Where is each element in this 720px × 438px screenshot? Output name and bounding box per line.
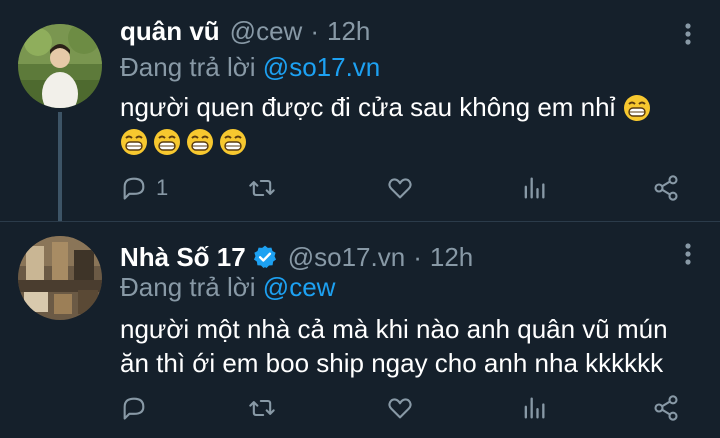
- retweet-icon: [249, 179, 275, 197]
- more-options-icon[interactable]: [684, 242, 692, 266]
- tweet-nha-so-17[interactable]: Nhà Số 17 @so17.vn · 12h Đang trả lời @c…: [0, 222, 720, 438]
- avatar[interactable]: [18, 236, 102, 320]
- timestamp[interactable]: 12h: [430, 242, 473, 273]
- grinning-face-emoji-icon: [220, 129, 246, 155]
- like-button[interactable]: [386, 394, 414, 422]
- reply-button[interactable]: 1: [120, 174, 168, 202]
- analytics-icon: [524, 177, 545, 199]
- replying-to: Đang trả lời @cew: [120, 272, 335, 303]
- heart-icon: [388, 398, 412, 419]
- timestamp[interactable]: 12h: [327, 16, 370, 47]
- reply-count: 1: [156, 175, 169, 200]
- author-name[interactable]: Nhà Số 17: [120, 242, 246, 273]
- reply-icon: [123, 397, 145, 420]
- tweet-quan-vu[interactable]: quân vũ @cew · 12h Đang trả lời @so17.vn…: [0, 0, 720, 222]
- thread-line: [58, 112, 62, 222]
- tweet-header: quân vũ @cew · 12h: [120, 16, 370, 47]
- share-icon: [654, 175, 678, 201]
- tweet-body-line-1: người một nhà cả mà khi nào anh quân vũ …: [120, 314, 668, 344]
- separator-dot: ·: [413, 242, 422, 272]
- separator-dot: ·: [310, 16, 319, 46]
- tweet-header: Nhà Số 17 @so17.vn · 12h: [120, 240, 473, 273]
- verified-badge-icon: [253, 245, 276, 269]
- analytics-button[interactable]: [520, 174, 548, 202]
- retweet-button[interactable]: [248, 394, 276, 422]
- share-button[interactable]: [652, 174, 680, 202]
- author-handle[interactable]: @so17.vn: [288, 242, 405, 273]
- replying-to-label: Đang trả lời: [120, 52, 256, 82]
- analytics-icon: [524, 397, 545, 419]
- replying-to-mention[interactable]: @so17.vn: [263, 52, 380, 82]
- tweet-actions: [120, 394, 690, 430]
- tweet-text: người quen được đi cửa sau không em nhỉ: [120, 90, 710, 158]
- tweet-text: người một nhà cả mà khi nào anh quân vũ …: [120, 312, 710, 380]
- retweet-button[interactable]: [248, 174, 276, 202]
- reply-button[interactable]: [120, 394, 156, 422]
- author-name[interactable]: quân vũ: [120, 16, 220, 47]
- grinning-face-emoji-icon: [154, 129, 180, 155]
- tweet-actions: 1: [120, 174, 690, 210]
- tweet-body-line-2: ăn thì ới em boo ship ngay cho anh nha k…: [120, 348, 664, 378]
- reply-icon: [123, 177, 145, 200]
- avatar[interactable]: [18, 24, 102, 108]
- tweet-body: người quen được đi cửa sau không em nhỉ: [120, 92, 616, 122]
- grinning-face-emoji-icon: [121, 129, 147, 155]
- replying-to-mention[interactable]: @cew: [263, 272, 336, 302]
- analytics-button[interactable]: [520, 394, 548, 422]
- replying-to-label: Đang trả lời: [120, 272, 256, 302]
- heart-icon: [388, 178, 412, 199]
- share-icon: [654, 395, 678, 421]
- author-handle[interactable]: @cew: [230, 16, 303, 47]
- retweet-icon: [249, 399, 275, 417]
- grinning-face-emoji-icon: [187, 129, 213, 155]
- grinning-face-emoji-icon: [623, 95, 650, 121]
- more-options-icon[interactable]: [684, 22, 692, 46]
- like-button[interactable]: [386, 174, 414, 202]
- replying-to: Đang trả lời @so17.vn: [120, 52, 380, 83]
- share-button[interactable]: [652, 394, 680, 422]
